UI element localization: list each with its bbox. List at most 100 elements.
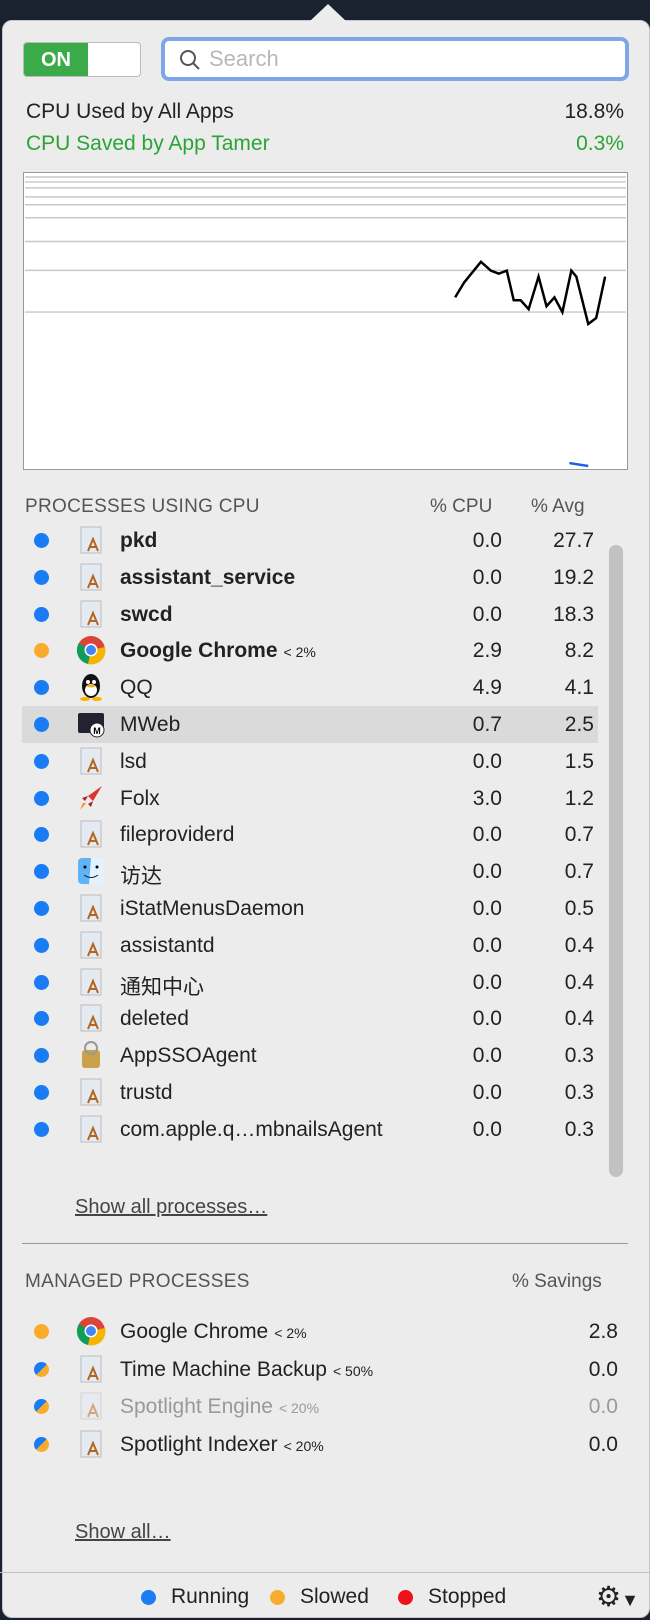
process-name: AppSSOAgent (120, 1044, 257, 1068)
show-all-managed-link[interactable]: Show all… (75, 1521, 171, 1544)
running-dot-icon (141, 1589, 156, 1605)
process-row[interactable]: Folx 3.0 1.2 (22, 780, 598, 817)
process-row[interactable]: assistantd 0.0 0.4 (22, 927, 598, 964)
cpu-used-row: CPU Used by All Apps 18.8% (26, 100, 624, 124)
section-divider (22, 1243, 628, 1244)
cpu-saved-row: CPU Saved by App Tamer 0.3% (26, 132, 624, 156)
savings-column-header: % Savings (512, 1271, 602, 1292)
status-dot-icon (34, 1048, 49, 1064)
process-name: Spotlight Engine < 20% (120, 1395, 320, 1418)
chrome-icon (76, 635, 106, 665)
managed-process-row[interactable]: Spotlight Indexer < 20% 0.0 (22, 1426, 622, 1463)
avg-value: 2.5 (564, 713, 594, 736)
status-dot-icon (34, 680, 49, 696)
process-name: assistant_service (120, 565, 296, 589)
legend-stopped: Stopped (398, 1585, 506, 1609)
process-row[interactable]: QQ 4.9 4.1 (22, 669, 598, 706)
process-name: pkd (120, 529, 158, 552)
process-row[interactable]: trustd 0.0 0.3 (22, 1074, 598, 1111)
cpu-value: 3.0 (472, 786, 502, 810)
avg-value: 0.3 (564, 1117, 594, 1141)
process-row[interactable]: assistant_service 0.0 19.2 (22, 559, 598, 596)
generic-app-icon (76, 1003, 106, 1033)
legend-running-label: Running (171, 1585, 250, 1608)
avg-column-header[interactable]: % Avg (531, 496, 585, 518)
process-row[interactable]: iStatMenusDaemon 0.0 0.5 (22, 890, 598, 927)
managed-process-row[interactable]: Time Machine Backup < 50% 0.0 (22, 1351, 622, 1388)
process-row[interactable]: lsd 0.0 1.5 (22, 743, 598, 780)
generic-app-icon (76, 1391, 106, 1421)
cpu-column-header[interactable]: % CPU (430, 496, 492, 518)
avg-value: 18.3 (553, 602, 594, 626)
search-input[interactable] (209, 45, 609, 73)
process-name: fileproviderd (120, 823, 235, 847)
process-row[interactable]: com.apple.q…mbnailsAgent 0.0 0.3 (22, 1111, 598, 1148)
status-dot-icon (34, 901, 49, 916)
status-dot-icon (34, 1436, 49, 1452)
status-dot-icon (34, 937, 49, 953)
savings-value: 2.8 (588, 1320, 618, 1343)
avg-value: 0.4 (564, 933, 594, 957)
process-name: assistantd (120, 933, 215, 957)
folx-rocket-icon (76, 783, 106, 813)
status-dot-icon (34, 864, 49, 880)
status-dot-icon (34, 1324, 49, 1339)
process-row[interactable]: 通知中心 0.0 0.4 (22, 964, 598, 1001)
qq-penguin-icon (76, 672, 106, 702)
process-list-scrollbar[interactable] (609, 545, 623, 1177)
cpu-history-chart (23, 172, 628, 470)
slowed-dot-icon (270, 1589, 285, 1605)
cpu-value: 0.0 (472, 897, 502, 920)
legend-stopped-label: Stopped (428, 1585, 507, 1608)
generic-app-icon (76, 1429, 106, 1459)
generic-app-icon (76, 1077, 106, 1107)
process-name: 访达 (120, 865, 162, 889)
process-row[interactable]: Google Chrome < 2% 2.9 8.2 (22, 632, 598, 669)
status-dot-icon (34, 1085, 49, 1100)
status-dot-icon (34, 717, 49, 732)
process-row[interactable]: swcd 0.0 18.3 (22, 596, 598, 633)
avg-value: 0.3 (564, 1044, 594, 1068)
status-dot-icon (34, 974, 49, 990)
status-dot-icon (34, 1011, 49, 1027)
cpu-value: 0.0 (472, 1007, 502, 1031)
savings-value: 0.0 (588, 1395, 618, 1418)
process-row[interactable]: fileproviderd 0.0 0.7 (22, 816, 598, 853)
cpu-value: 0.0 (472, 749, 502, 773)
show-all-processes-link[interactable]: Show all processes… (75, 1196, 267, 1219)
process-row[interactable]: pkd 0.0 27.7 (22, 522, 598, 559)
process-row[interactable]: M MWeb 0.7 2.5 (22, 706, 598, 743)
process-row[interactable]: AppSSOAgent 0.0 0.3 (22, 1037, 598, 1074)
generic-app-icon (76, 562, 106, 592)
toggle-on-label: ON (24, 43, 88, 76)
on-off-toggle[interactable]: ON (23, 42, 141, 77)
process-row[interactable]: deleted 0.0 0.4 (22, 1000, 598, 1037)
process-row[interactable]: 访达 0.0 0.7 (22, 853, 598, 890)
process-name: QQ (120, 676, 153, 700)
generic-app-icon (76, 930, 106, 960)
status-dot-icon (34, 643, 49, 659)
managed-process-row[interactable]: Spotlight Engine < 20% 0.0 (22, 1388, 622, 1425)
process-name: trustd (120, 1081, 173, 1104)
gear-menu-icon[interactable]: ⚙▼ (596, 1580, 639, 1613)
cpu-limit: < 20% (278, 1400, 320, 1416)
cpu-value: 0.7 (472, 713, 502, 736)
avg-value: 0.4 (564, 970, 594, 994)
process-name: Google Chrome < 2% (120, 639, 316, 663)
process-name: MWeb (120, 713, 181, 736)
search-icon (180, 50, 200, 70)
savings-value: 0.0 (588, 1357, 618, 1381)
cpu-limit: < 2% (274, 1325, 307, 1341)
status-dot-icon (34, 790, 49, 806)
managed-process-row[interactable]: Google Chrome < 2% 2.8 (22, 1313, 622, 1350)
cpu-used-label: CPU Used by All Apps (26, 100, 234, 123)
cpu-saved-value: 0.3% (576, 132, 624, 155)
cpu-value: 0.0 (472, 860, 502, 884)
status-dot-icon (34, 1361, 49, 1377)
process-name: Spotlight Indexer < 20% (120, 1432, 324, 1456)
search-field[interactable] (161, 37, 629, 81)
cpu-value: 0.0 (472, 823, 502, 847)
generic-app-icon (76, 967, 106, 997)
cpu-value: 0.0 (472, 565, 502, 589)
process-name: Time Machine Backup < 50% (120, 1357, 374, 1381)
